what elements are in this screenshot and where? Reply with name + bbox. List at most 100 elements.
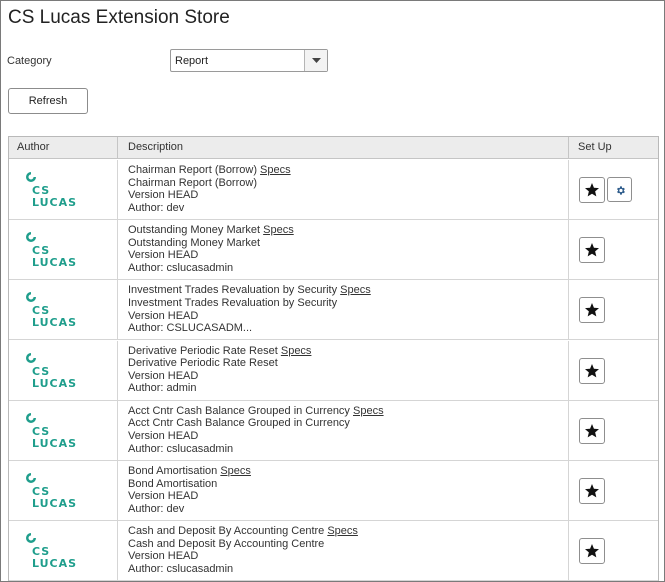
category-selected-value: Report bbox=[175, 55, 209, 67]
setup-cell bbox=[569, 160, 658, 219]
specs-link[interactable]: Specs bbox=[340, 284, 371, 296]
logo-text-line1: CS bbox=[32, 424, 51, 438]
cslucas-logo-mark bbox=[26, 232, 36, 243]
extension-version: Version HEAD bbox=[128, 429, 199, 442]
category-select[interactable]: Report bbox=[170, 49, 328, 72]
author-cell: CS LUCAS bbox=[9, 521, 118, 581]
extension-version: Version HEAD bbox=[128, 309, 199, 322]
logo-text-line1: CS bbox=[32, 364, 51, 378]
cslucas-logo: CS LUCAS bbox=[18, 346, 88, 394]
extension-title: Cash and Deposit By Accounting Centre bbox=[128, 525, 325, 538]
favorite-button[interactable] bbox=[579, 177, 605, 203]
logo-text-line1: CS bbox=[32, 545, 51, 559]
logo-text-line2: LUCAS bbox=[32, 497, 78, 510]
description-cell: Outstanding Money Market Specs Outstandin… bbox=[118, 220, 569, 280]
setup-cell bbox=[569, 280, 658, 339]
table-row: CS LUCAS Bond Amortisation Specs Bond Amort… bbox=[9, 461, 658, 521]
cslucas-logo: CS LUCAS bbox=[18, 406, 88, 454]
table-row: CS LUCAS Outstanding Money Market Specs Out… bbox=[9, 220, 658, 281]
refresh-button[interactable]: Refresh bbox=[8, 88, 88, 114]
logo-text-line2: LUCAS bbox=[32, 376, 78, 390]
page-title: CS Lucas Extension Store bbox=[8, 7, 230, 28]
extension-author: Author: dev bbox=[128, 201, 185, 214]
extension-title: Bond Amortisation bbox=[128, 465, 218, 477]
cslucas-logo-mark bbox=[26, 473, 36, 483]
extension-subtitle: Outstanding Money Market bbox=[128, 236, 261, 249]
specs-link[interactable]: Specs bbox=[281, 345, 312, 357]
setup-cell bbox=[569, 341, 658, 400]
logo-text-line2: LUCAS bbox=[32, 196, 78, 209]
table-row: CS LUCAS Cash and Deposit By Accounting Ce… bbox=[9, 521, 658, 581]
extension-version: Version HEAD bbox=[128, 550, 199, 563]
cslucas-logo: CS LUCAS bbox=[18, 467, 88, 514]
setup-cell bbox=[569, 521, 658, 580]
author-cell: CS LUCAS bbox=[9, 160, 118, 219]
setup-cell bbox=[569, 401, 658, 460]
description-cell: Investment Trades Revaluation by Securit… bbox=[118, 280, 569, 340]
favorite-button[interactable] bbox=[579, 417, 605, 444]
cslucas-logo: CS LUCAS bbox=[18, 286, 88, 334]
setup-cell bbox=[569, 461, 658, 520]
extension-title: Derivative Periodic Rate Reset bbox=[128, 344, 278, 357]
description-cell: Cash and Deposit By Accounting Centre Sp… bbox=[118, 521, 569, 581]
column-header-author[interactable]: Author bbox=[9, 137, 118, 158]
extension-version: Version HEAD bbox=[128, 490, 199, 503]
column-header-description[interactable]: Description bbox=[118, 137, 569, 158]
table-row: CS LUCAS Investment Trades Revaluation by … bbox=[9, 280, 658, 341]
table-row: CS LUCAS Acct Cntr Cash Balance Grouped in… bbox=[9, 400, 658, 461]
cslucas-logo: CS LUCAS bbox=[18, 527, 88, 575]
description-cell: Derivative Periodic Rate Reset Specs Deri… bbox=[118, 340, 569, 400]
logo-text-line2: LUCAS bbox=[32, 316, 78, 330]
logo-text-line2: LUCAS bbox=[32, 436, 78, 450]
description-cell: Chairman Report (Borrow) Specs Chairman R… bbox=[118, 160, 569, 219]
extension-author: Author: cslucasadmin bbox=[128, 261, 234, 274]
author-cell: CS LUCAS bbox=[9, 340, 118, 400]
extension-title: Investment Trades Revaluation by Securit… bbox=[128, 284, 338, 297]
extension-store-window: CS Lucas Extension Store Category Report… bbox=[0, 0, 665, 582]
extension-title: Acct Cntr Cash Balance Grouped in Curren… bbox=[128, 404, 350, 417]
column-header-setup[interactable]: Set Up bbox=[569, 137, 658, 158]
chevron-down-icon bbox=[312, 58, 321, 63]
extension-author: Author: dev bbox=[128, 502, 185, 515]
cslucas-logo: CS LUCAS bbox=[18, 166, 88, 213]
favorite-button[interactable] bbox=[579, 478, 605, 504]
extension-subtitle: Bond Amortisation bbox=[128, 477, 218, 490]
extension-version: Version HEAD bbox=[128, 249, 199, 262]
specs-link[interactable]: Specs bbox=[260, 164, 291, 176]
extension-version: Version HEAD bbox=[128, 369, 199, 382]
extension-subtitle: Investment Trades Revaluation by Securit… bbox=[128, 296, 338, 309]
specs-link[interactable]: Specs bbox=[220, 465, 251, 477]
extension-author: Author: cslucasadmin bbox=[128, 562, 234, 575]
author-cell: CS LUCAS bbox=[9, 400, 118, 460]
description-cell: Acct Cntr Cash Balance Grouped in Curren… bbox=[118, 400, 569, 460]
extension-title: Chairman Report (Borrow) bbox=[128, 164, 257, 176]
table-row: CS LUCAS Chairman Report (Borrow) Specs Cha… bbox=[9, 160, 658, 220]
extension-author: Author: cslucasadmin bbox=[128, 442, 234, 455]
specs-link[interactable]: Specs bbox=[263, 224, 294, 236]
cslucas-logo: CS LUCAS bbox=[18, 226, 88, 274]
settings-button[interactable] bbox=[607, 177, 632, 202]
cslucas-logo-mark bbox=[26, 533, 36, 544]
favorite-button[interactable] bbox=[579, 237, 605, 264]
specs-link[interactable]: Specs bbox=[353, 405, 384, 417]
extension-author: Author: CSLUCASADM... bbox=[128, 322, 253, 335]
favorite-button[interactable] bbox=[579, 538, 605, 565]
specs-link[interactable]: Specs bbox=[327, 525, 358, 537]
description-cell: Bond Amortisation Specs Bond Amortisation… bbox=[118, 461, 569, 520]
favorite-button[interactable] bbox=[579, 357, 605, 384]
cslucas-logo-mark bbox=[26, 172, 36, 182]
extension-subtitle: Acct Cntr Cash Balance Grouped in Curren… bbox=[128, 417, 350, 430]
extension-subtitle: Derivative Periodic Rate Reset bbox=[128, 357, 278, 370]
extension-subtitle: Cash and Deposit By Accounting Centre bbox=[128, 537, 325, 550]
extension-title: Outstanding Money Market bbox=[128, 224, 261, 237]
setup-cell bbox=[569, 220, 658, 279]
logo-text-line2: LUCAS bbox=[32, 256, 78, 270]
logo-text-line1: CS bbox=[32, 485, 51, 498]
favorite-button[interactable] bbox=[579, 297, 605, 324]
author-cell: CS LUCAS bbox=[9, 461, 118, 520]
author-cell: CS LUCAS bbox=[9, 280, 118, 340]
table-row: CS LUCAS Derivative Periodic Rate Reset Sp… bbox=[9, 340, 658, 401]
extension-author: Author: admin bbox=[128, 382, 197, 395]
extension-version: Version HEAD bbox=[128, 189, 199, 202]
category-dropdown-button[interactable] bbox=[304, 50, 327, 71]
